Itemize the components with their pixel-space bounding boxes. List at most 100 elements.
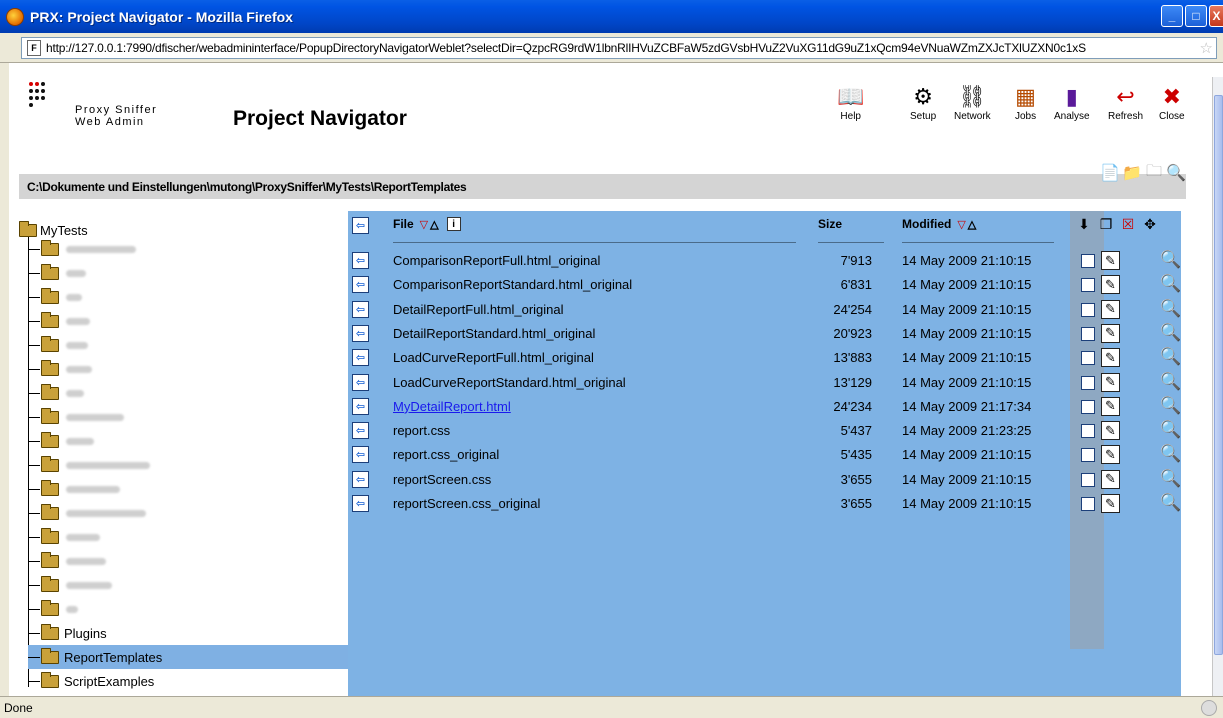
vertical-scrollbar[interactable] bbox=[1212, 77, 1223, 696]
select-all-icon[interactable]: ✥ bbox=[1140, 214, 1160, 234]
view-file-magnifier-icon[interactable]: 🔍 bbox=[1160, 493, 1181, 513]
bookmark-star-icon[interactable]: ☆ bbox=[1200, 39, 1213, 57]
tree-item[interactable] bbox=[28, 597, 349, 621]
edit-file-icon[interactable]: ✎ bbox=[1101, 275, 1120, 295]
file-select-checkbox[interactable] bbox=[1081, 351, 1095, 366]
url-field[interactable]: F http://127.0.0.1:7990/dfischer/webadmi… bbox=[21, 37, 1217, 59]
copy-selected-icon[interactable]: ❐ bbox=[1096, 214, 1116, 234]
upload-file-icon[interactable]: ⇦ bbox=[352, 217, 369, 234]
file-name[interactable]: DetailReportStandard.html_original bbox=[393, 326, 595, 341]
download-file-icon[interactable]: ⇦ bbox=[352, 276, 369, 294]
edit-file-icon[interactable]: ✎ bbox=[1101, 348, 1120, 368]
edit-file-icon[interactable]: ✎ bbox=[1101, 445, 1120, 465]
tree-item[interactable]: ReportTemplates bbox=[28, 645, 349, 669]
view-file-magnifier-icon[interactable]: 🔍 bbox=[1160, 420, 1181, 440]
setup-button[interactable]: ⚙ Setup bbox=[910, 79, 936, 123]
edit-file-icon[interactable]: ✎ bbox=[1101, 251, 1120, 270]
tree-item[interactable] bbox=[28, 261, 349, 285]
edit-file-icon[interactable]: ✎ bbox=[1101, 469, 1120, 489]
tree-item[interactable]: ScriptExamples bbox=[28, 669, 349, 693]
file-select-checkbox[interactable] bbox=[1081, 399, 1095, 414]
edit-file-icon[interactable]: ✎ bbox=[1101, 421, 1120, 441]
help-button[interactable]: 📖 Help bbox=[837, 79, 864, 123]
file-select-checkbox[interactable] bbox=[1081, 254, 1095, 268]
tree-item[interactable] bbox=[28, 429, 349, 453]
view-file-magnifier-icon[interactable]: 🔍 bbox=[1160, 347, 1181, 367]
tree-item[interactable] bbox=[28, 357, 349, 381]
download-file-icon[interactable]: ⇦ bbox=[352, 373, 369, 391]
file-select-checkbox[interactable] bbox=[1081, 278, 1095, 293]
file-name[interactable]: ComparisonReportFull.html_original bbox=[393, 253, 600, 268]
tree-item[interactable] bbox=[28, 525, 349, 549]
tree-item[interactable] bbox=[28, 573, 349, 597]
download-file-icon[interactable]: ⇦ bbox=[352, 495, 369, 512]
modified-column-header[interactable]: Modified ▽△ bbox=[902, 217, 978, 231]
tree-item[interactable] bbox=[28, 405, 349, 429]
new-folder-icon[interactable]: 📁 bbox=[1122, 163, 1142, 183]
delete-selected-icon[interactable]: ☒ bbox=[1118, 214, 1138, 234]
file-select-checkbox[interactable] bbox=[1081, 448, 1095, 463]
maximize-button[interactable]: □ bbox=[1185, 5, 1207, 27]
search-folder-icon[interactable]: 🔍 bbox=[1166, 163, 1186, 183]
file-select-checkbox[interactable] bbox=[1081, 326, 1095, 341]
view-file-magnifier-icon[interactable]: 🔍 bbox=[1160, 299, 1181, 319]
minimize-button[interactable]: _ bbox=[1161, 5, 1183, 27]
view-file-magnifier-icon[interactable]: 🔍 bbox=[1160, 444, 1181, 464]
file-select-checkbox[interactable] bbox=[1081, 375, 1095, 390]
tree-item[interactable] bbox=[28, 453, 349, 477]
refresh-button[interactable]: ↩ Refresh bbox=[1108, 79, 1143, 123]
tree-item[interactable] bbox=[28, 381, 349, 405]
tree-item[interactable] bbox=[28, 477, 349, 501]
view-file-magnifier-icon[interactable]: 🔍 bbox=[1160, 396, 1181, 416]
edit-file-icon[interactable]: ✎ bbox=[1101, 494, 1120, 513]
jobs-button[interactable]: ▦ Jobs bbox=[1015, 79, 1036, 123]
download-file-icon[interactable]: ⇦ bbox=[352, 349, 369, 367]
view-file-magnifier-icon[interactable]: 🔍 bbox=[1160, 469, 1181, 489]
info-icon[interactable]: i bbox=[446, 217, 461, 231]
edit-file-icon[interactable]: ✎ bbox=[1101, 299, 1120, 319]
download-file-icon[interactable]: ⇦ bbox=[352, 470, 369, 488]
network-button[interactable]: ⛓ Network bbox=[954, 79, 991, 123]
close-button[interactable]: ✖ Close bbox=[1159, 79, 1185, 123]
scrollbar-thumb[interactable] bbox=[1214, 95, 1223, 655]
delete-folder-icon[interactable]: 🗀 bbox=[1144, 163, 1164, 183]
sort-arrows-icon[interactable]: ▽△ bbox=[957, 218, 978, 231]
file-name[interactable]: LoadCurveReportStandard.html_original bbox=[393, 375, 626, 390]
download-selected-icon[interactable]: ⬇ bbox=[1074, 214, 1094, 234]
close-window-button[interactable]: X bbox=[1209, 5, 1223, 27]
edit-file-icon[interactable]: ✎ bbox=[1101, 372, 1120, 392]
view-file-magnifier-icon[interactable]: 🔍 bbox=[1160, 372, 1181, 392]
tree-item[interactable] bbox=[28, 285, 349, 309]
view-file-magnifier-icon[interactable]: 🔍 bbox=[1160, 250, 1181, 270]
edit-file-icon[interactable]: ✎ bbox=[1101, 396, 1120, 416]
file-name[interactable]: report.css bbox=[393, 423, 450, 438]
file-select-checkbox[interactable] bbox=[1081, 302, 1095, 317]
download-file-icon[interactable]: ⇦ bbox=[352, 324, 369, 342]
file-select-checkbox[interactable] bbox=[1081, 472, 1095, 487]
file-column-header[interactable]: File ▽△ i bbox=[393, 217, 461, 231]
tree-item[interactable] bbox=[28, 237, 349, 261]
download-file-icon[interactable]: ⇦ bbox=[352, 422, 369, 440]
file-select-checkbox[interactable] bbox=[1081, 424, 1095, 439]
file-name[interactable]: reportScreen.css_original bbox=[393, 496, 540, 511]
url-text[interactable]: http://127.0.0.1:7990/dfischer/webadmini… bbox=[46, 41, 1086, 55]
file-name[interactable]: MyDetailReport.html bbox=[393, 399, 511, 414]
tree-item[interactable] bbox=[28, 309, 349, 333]
file-name[interactable]: reportScreen.css bbox=[393, 472, 491, 487]
file-name[interactable]: ComparisonReportStandard.html_original bbox=[393, 277, 632, 292]
file-name[interactable]: report.css_original bbox=[393, 447, 499, 462]
download-file-icon[interactable]: ⇦ bbox=[352, 252, 369, 269]
download-file-icon[interactable]: ⇦ bbox=[352, 446, 369, 464]
tree-item[interactable] bbox=[28, 549, 349, 573]
file-name[interactable]: DetailReportFull.html_original bbox=[393, 302, 564, 317]
download-file-icon[interactable]: ⇦ bbox=[352, 300, 369, 318]
file-select-checkbox[interactable] bbox=[1081, 497, 1095, 511]
analyse-button[interactable]: ▮ Analyse bbox=[1054, 79, 1090, 123]
edit-file-icon[interactable]: ✎ bbox=[1101, 323, 1120, 343]
tree-item[interactable]: Plugins bbox=[28, 621, 349, 645]
download-file-icon[interactable]: ⇦ bbox=[352, 397, 369, 415]
view-file-magnifier-icon[interactable]: 🔍 bbox=[1160, 274, 1181, 294]
tree-item[interactable] bbox=[28, 501, 349, 525]
tree-item[interactable] bbox=[28, 333, 349, 357]
new-file-icon[interactable]: 📄 bbox=[1100, 163, 1120, 183]
